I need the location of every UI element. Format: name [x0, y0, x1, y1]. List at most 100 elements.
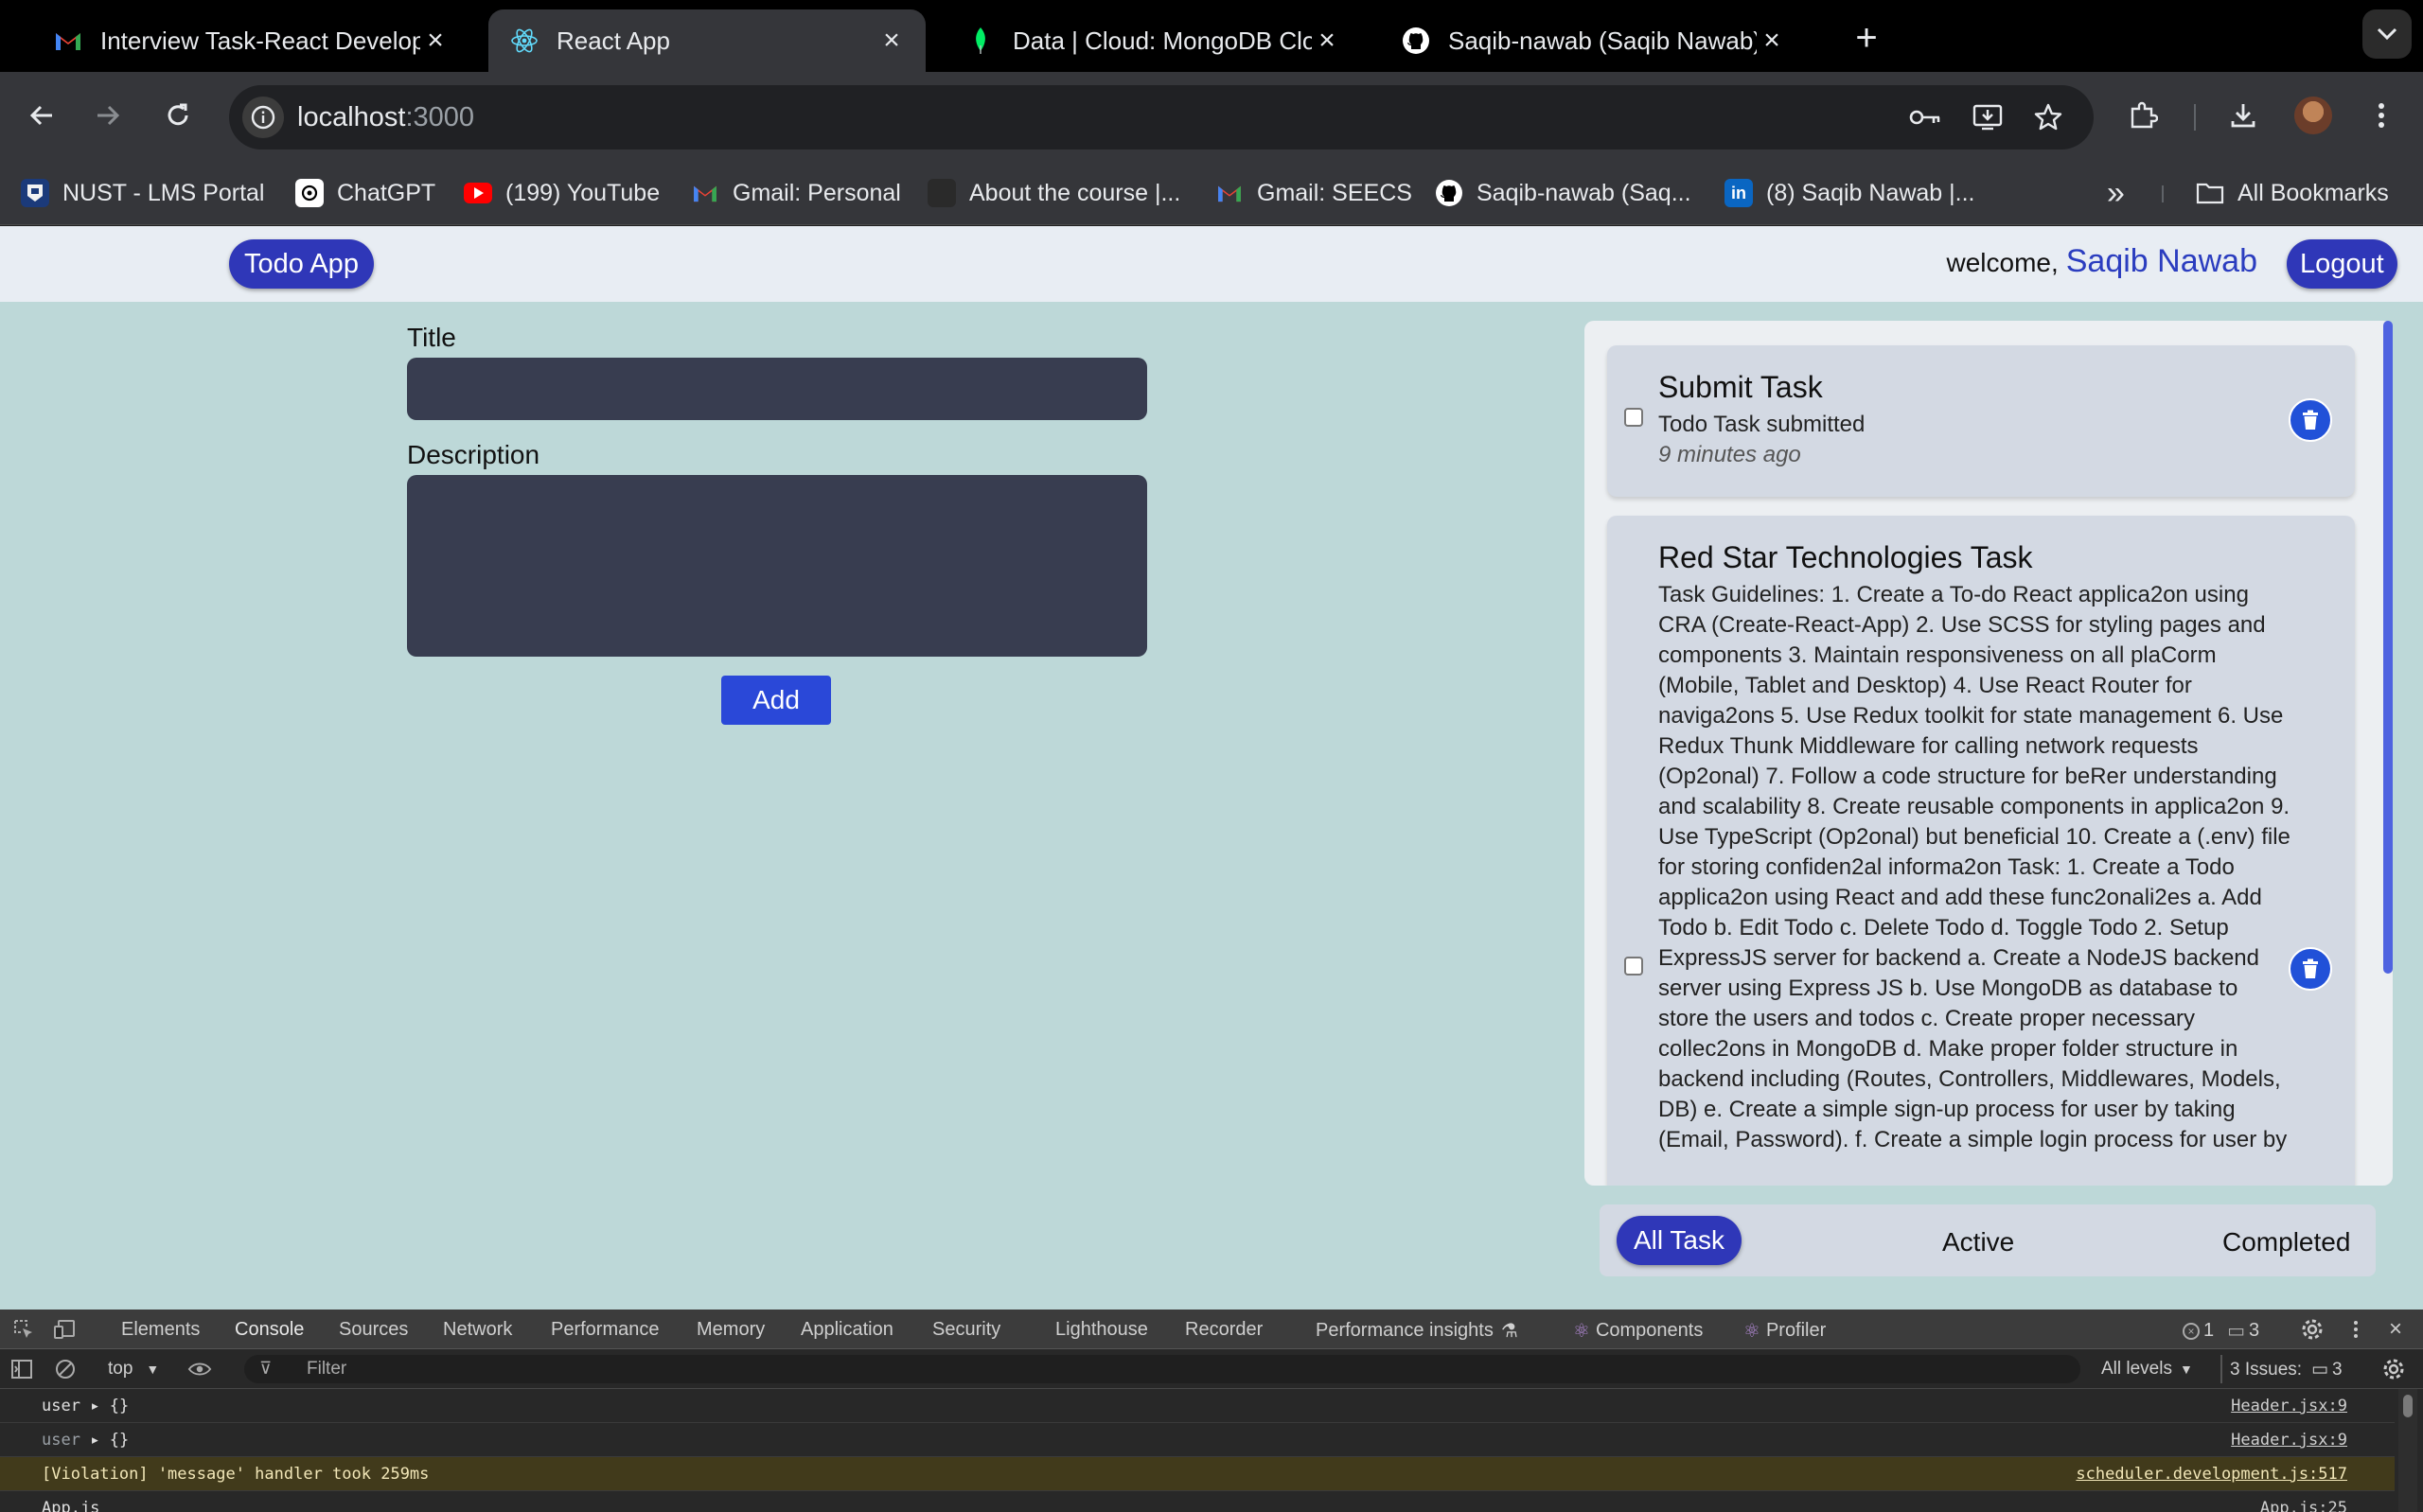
- bookmark-github[interactable]: Saqib-nawab (Saq...: [1435, 174, 1691, 212]
- console-text: App.js: [42, 1499, 100, 1512]
- delete-todo-button[interactable]: [2289, 398, 2332, 442]
- tab-title: React App: [557, 26, 670, 55]
- devtools-tab-performance[interactable]: Performance: [551, 1319, 660, 1341]
- back-button[interactable]: [19, 93, 64, 138]
- install-app-icon[interactable]: [1967, 97, 2008, 138]
- error-counter[interactable]: × 1 ▭ 3: [2183, 1319, 2259, 1343]
- extensions-button[interactable]: [2120, 93, 2166, 138]
- tab-search-button[interactable]: [2362, 9, 2412, 59]
- devtools-tab-application[interactable]: Application: [801, 1319, 893, 1341]
- browser-tab-mongodb[interactable]: Data | Cloud: MongoDB Cloud ×: [945, 9, 1361, 72]
- expand-arrow-icon[interactable]: ▸: [90, 1431, 99, 1450]
- console-source-link[interactable]: Header.jsx:9: [2231, 1431, 2347, 1450]
- description-textarea[interactable]: [407, 475, 1147, 657]
- title-input[interactable]: [407, 358, 1147, 420]
- caret-down-icon: ▼: [2179, 1362, 2193, 1377]
- devtools-tab-components[interactable]: ⚛ Components: [1573, 1319, 1703, 1343]
- devtools-tab-bar: Elements Console Sources Network Perform…: [0, 1310, 2423, 1349]
- delete-todo-button[interactable]: [2289, 947, 2332, 991]
- browser-menu-button[interactable]: [2359, 93, 2404, 138]
- reload-button[interactable]: [155, 93, 201, 138]
- site-info-icon[interactable]: [242, 97, 284, 138]
- all-bookmarks-button[interactable]: All Bookmarks: [2196, 174, 2389, 212]
- devtools-tab-elements[interactable]: Elements: [121, 1319, 200, 1341]
- inspect-element-icon[interactable]: [11, 1317, 36, 1342]
- browser-tab-react-app[interactable]: React App ×: [488, 9, 926, 72]
- console-message: App.js App.js:25: [0, 1491, 2395, 1512]
- address-bar[interactable]: localhost:3000: [229, 85, 2094, 149]
- devtools-tab-sources[interactable]: Sources: [339, 1319, 408, 1341]
- console-value[interactable]: {}: [110, 1431, 129, 1450]
- devtools-tab-performance-insights[interactable]: Performance insights ⚗: [1316, 1319, 1518, 1343]
- logout-button[interactable]: Logout: [2287, 239, 2397, 289]
- toolbar-divider: [2194, 104, 2196, 131]
- todo-card[interactable]: Red Star Technologies Task Task Guidelin…: [1607, 516, 2355, 1186]
- bookmark-gmail-personal[interactable]: Gmail: Personal: [691, 174, 901, 212]
- devtools-tab-network[interactable]: Network: [443, 1319, 512, 1341]
- more-vertical-icon[interactable]: [2343, 1317, 2368, 1342]
- console-source-link[interactable]: App.js:25: [2260, 1499, 2347, 1512]
- password-key-icon[interactable]: [1904, 97, 1946, 138]
- todo-complete-checkbox[interactable]: [1624, 957, 1643, 976]
- issues-counter[interactable]: 3 Issues: ▭ 3: [2230, 1359, 2343, 1380]
- bookmark-label: About the course |...: [969, 179, 1181, 206]
- devtools-tab-recorder[interactable]: Recorder: [1185, 1319, 1263, 1341]
- arrow-right-icon: [97, 105, 120, 126]
- page-viewport: Todo App welcome, Saqib Nawab Logout Tit…: [0, 226, 2423, 1310]
- browser-tab-gmail-interview[interactable]: Interview Task-React Develop ×: [32, 9, 469, 72]
- console-settings-icon[interactable]: [2381, 1357, 2406, 1381]
- eye-icon[interactable]: [187, 1357, 212, 1381]
- devtools-tab-security[interactable]: Security: [932, 1319, 1000, 1341]
- todo-card[interactable]: Submit Task Todo Task submitted 9 minute…: [1607, 345, 2355, 497]
- log-levels-dropdown[interactable]: All levels ▼: [2101, 1359, 2193, 1380]
- new-tab-button[interactable]: +: [1846, 17, 1887, 59]
- close-icon[interactable]: ×: [420, 25, 451, 56]
- bookmark-linkedin[interactable]: in (8) Saqib Nawab |...: [1724, 174, 1974, 212]
- bookmark-gmail-seecs[interactable]: Gmail: SEECS: [1215, 174, 1412, 212]
- filter-active-button[interactable]: Active: [1942, 1227, 2014, 1257]
- close-icon[interactable]: ×: [1757, 25, 1787, 56]
- bookmark-nust-lms[interactable]: NUST - LMS Portal: [21, 174, 264, 212]
- device-toolbar-icon[interactable]: [53, 1317, 78, 1342]
- browser-tab-github[interactable]: Saqib-nawab (Saqib Nawab) ×: [1380, 9, 1806, 72]
- close-icon[interactable]: ×: [876, 25, 907, 56]
- downloads-button[interactable]: [2220, 93, 2266, 138]
- tab-label: Profiler: [1765, 1320, 1827, 1341]
- profile-button[interactable]: [2290, 93, 2336, 138]
- devtools-tab-lighthouse[interactable]: Lighthouse: [1055, 1319, 1148, 1341]
- devtools-tab-memory[interactable]: Memory: [697, 1319, 765, 1341]
- devtools-settings-icon[interactable]: [2300, 1317, 2325, 1342]
- todo-list-panel[interactable]: Submit Task Todo Task submitted 9 minute…: [1584, 321, 2393, 1186]
- console-source-link[interactable]: scheduler.development.js:517: [2076, 1465, 2347, 1484]
- close-icon[interactable]: ×: [2383, 1316, 2408, 1342]
- clear-console-icon[interactable]: [53, 1357, 78, 1381]
- bookmark-youtube[interactable]: (199) YouTube: [464, 174, 660, 212]
- sidebar-toggle-icon[interactable]: [9, 1357, 34, 1381]
- context-selector[interactable]: top ▼: [108, 1359, 159, 1380]
- issues-label: 3 Issues:: [2230, 1360, 2303, 1380]
- close-icon[interactable]: ×: [1312, 25, 1342, 56]
- browser-toolbar: localhost:3000: [0, 72, 2423, 161]
- devtools-tab-profiler[interactable]: ⚛ Profiler: [1743, 1319, 1826, 1343]
- course-icon: [928, 179, 956, 207]
- scrollbar-thumb[interactable]: [2403, 1395, 2413, 1417]
- expand-arrow-icon[interactable]: ▸: [90, 1397, 99, 1415]
- todo-list-scrollbar[interactable]: [2383, 321, 2393, 974]
- bookmarks-overflow-button[interactable]: »: [2107, 174, 2125, 212]
- bookmark-chatgpt[interactable]: ChatGPT: [295, 174, 435, 212]
- console-filter-input[interactable]: ⊽ Filter: [244, 1355, 2080, 1383]
- bookmark-about-course[interactable]: About the course |...: [928, 174, 1180, 212]
- filter-all-button[interactable]: All Task: [1617, 1216, 1742, 1265]
- todo-complete-checkbox[interactable]: [1624, 408, 1643, 427]
- console-source-link[interactable]: Header.jsx:9: [2231, 1397, 2347, 1415]
- forward-button[interactable]: [85, 93, 131, 138]
- console-value[interactable]: {}: [110, 1397, 129, 1415]
- add-todo-button[interactable]: Add: [721, 676, 831, 725]
- bookmark-star-icon[interactable]: [2027, 97, 2069, 138]
- console-scrollbar[interactable]: [2398, 1389, 2417, 1512]
- brand-button[interactable]: Todo App: [229, 239, 374, 289]
- bookmark-label: Gmail: SEECS: [1257, 179, 1412, 206]
- todo-title: Red Star Technologies Task: [1658, 540, 2033, 574]
- devtools-tab-console[interactable]: Console: [235, 1319, 304, 1341]
- filter-completed-button[interactable]: Completed: [2222, 1227, 2350, 1257]
